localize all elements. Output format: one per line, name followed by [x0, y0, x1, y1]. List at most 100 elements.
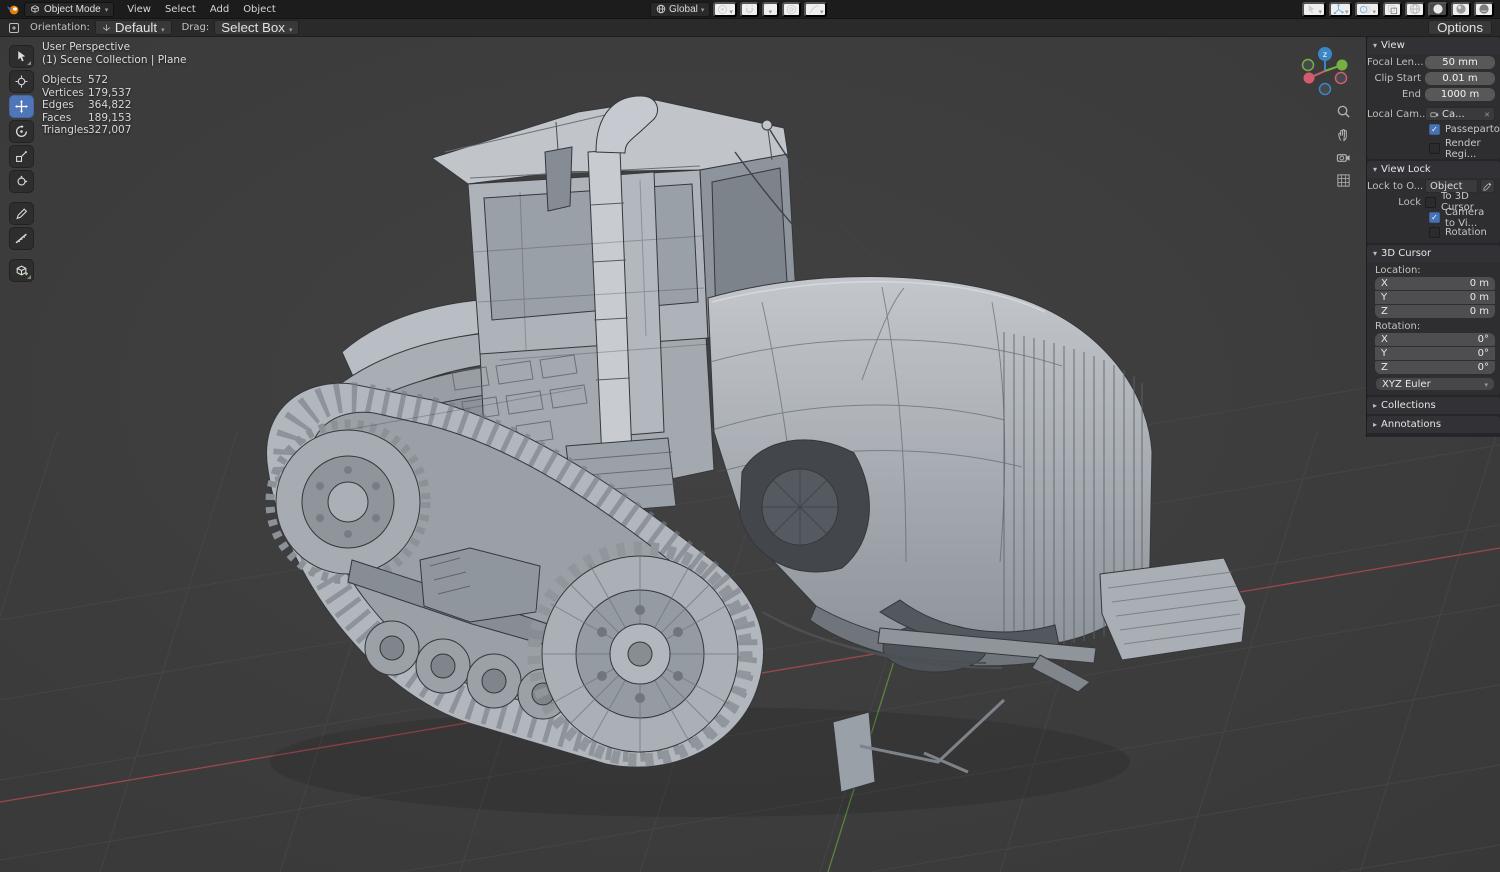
- drag-setting-select[interactable]: Select Box: [214, 20, 299, 35]
- viewport-canvas[interactable]: [0, 0, 1500, 872]
- transform-orientation-select[interactable]: Global: [650, 2, 710, 17]
- camera-view-button[interactable]: [1334, 148, 1352, 166]
- lock-to-object-label: Lock to O...: [1367, 181, 1425, 192]
- camera-to-view-checkbox[interactable]: [1429, 212, 1440, 223]
- panel-view: View Focal Len... 50 mm Clip Start 0.01 …: [1367, 37, 1500, 159]
- shading-rendered-button[interactable]: [1474, 2, 1494, 17]
- proportional-falloff-select[interactable]: [804, 2, 828, 17]
- panel-view-lock-header[interactable]: View Lock: [1367, 161, 1500, 178]
- clip-start-label: Clip Start: [1367, 73, 1425, 84]
- orientation-label: Global: [669, 4, 698, 15]
- panel-collections: Collections: [1367, 397, 1500, 414]
- pivot-point-select[interactable]: [713, 2, 737, 17]
- clip-start-field[interactable]: 0.01 m: [1425, 72, 1495, 85]
- camera-icon: [1336, 150, 1351, 165]
- clear-icon[interactable]: [1484, 109, 1490, 120]
- falloff-curve-icon: [808, 4, 819, 15]
- options-button[interactable]: Options: [1428, 20, 1492, 35]
- mode-select[interactable]: Object Mode: [24, 2, 114, 17]
- chevron-down-icon: [1372, 2, 1376, 17]
- context-text: (1) Scene Collection | Plane: [42, 54, 187, 67]
- cursor-location-y-field[interactable]: Y 0 m: [1375, 291, 1495, 304]
- overlays-toggle[interactable]: [1355, 2, 1380, 17]
- tool-rotate[interactable]: [9, 120, 34, 143]
- cursor-rotation-z-field[interactable]: Z 0°: [1375, 361, 1495, 374]
- add-cube-icon: [15, 264, 28, 277]
- xray-toggle[interactable]: [1383, 2, 1402, 17]
- navigation-gizmo[interactable]: z: [1296, 42, 1354, 100]
- local-camera-field[interactable]: Ca...: [1425, 107, 1495, 121]
- menu-view[interactable]: View: [120, 0, 158, 18]
- pan-button[interactable]: [1334, 125, 1352, 143]
- axis-value: 0°: [1478, 334, 1489, 345]
- panel-3d-cursor-header[interactable]: 3D Cursor: [1367, 245, 1500, 262]
- axis-label: Z: [1381, 306, 1388, 317]
- orthographic-toggle-button[interactable]: [1334, 171, 1352, 189]
- cursor-location-z-field[interactable]: Z 0 m: [1375, 305, 1495, 318]
- tool-transform[interactable]: [9, 170, 34, 193]
- proportional-editing-toggle[interactable]: [782, 2, 801, 17]
- panel-collections-header[interactable]: Collections: [1367, 397, 1500, 414]
- object-visibility-filter[interactable]: [1302, 2, 1326, 17]
- measure-tool-icon: [15, 232, 28, 245]
- stat-label: Edges: [42, 99, 88, 112]
- tool-annotate[interactable]: [9, 202, 34, 225]
- stat-value: 327,007: [88, 124, 187, 137]
- passepartout-checkbox[interactable]: [1429, 124, 1440, 135]
- chevron-down-icon: [820, 2, 824, 17]
- shading-solid-button[interactable]: [1428, 2, 1448, 17]
- rotation-order-select[interactable]: XYZ Euler: [1375, 377, 1495, 391]
- transform-tool-icon: [15, 175, 28, 188]
- cursor-rotation-y-field[interactable]: Y 0°: [1375, 347, 1495, 360]
- local-camera-label: Local Cam...: [1367, 109, 1425, 120]
- chevron-down-icon: [1373, 164, 1377, 175]
- snap-settings-select[interactable]: [762, 2, 779, 17]
- tool-scale[interactable]: [9, 145, 34, 168]
- zoom-button[interactable]: [1334, 102, 1352, 120]
- overlays-icon: [1359, 4, 1371, 15]
- tool-select-box[interactable]: [9, 45, 34, 68]
- panel-view-header[interactable]: View: [1367, 37, 1500, 54]
- top-menubar: Object Mode View Select Add Object Globa…: [0, 0, 1500, 18]
- stat-label: Objects: [42, 74, 88, 87]
- tool-settings-bar: Orientation: Default Drag: Select Box Op…: [0, 18, 1500, 37]
- shading-wireframe-button[interactable]: [1405, 2, 1425, 17]
- sidebar-n-panel: View Focal Len... 50 mm Clip Start 0.01 …: [1366, 37, 1500, 437]
- clip-end-field[interactable]: 1000 m: [1425, 88, 1495, 101]
- shading-material-button[interactable]: [1451, 2, 1471, 17]
- lock-rotation-label: Rotation: [1445, 227, 1487, 238]
- tool-add-primitive[interactable]: [9, 259, 34, 282]
- stat-label: Triangles: [42, 124, 88, 137]
- menu-add[interactable]: Add: [203, 0, 236, 18]
- view-name-text: User Perspective: [42, 41, 187, 54]
- move-tool-icon: [15, 100, 28, 113]
- panel-view-lock: View Lock Lock to O... Object Lock To 3D…: [1367, 161, 1500, 243]
- tool-move[interactable]: [9, 95, 34, 118]
- viewport-nav-buttons: [1334, 102, 1352, 189]
- grid-icon: [1336, 173, 1351, 188]
- blender-logo-icon[interactable]: [6, 3, 20, 15]
- axis-value: 0 m: [1470, 292, 1489, 303]
- menu-select[interactable]: Select: [158, 0, 203, 18]
- tool-measure[interactable]: [9, 227, 34, 250]
- viewport-display-cluster: [1302, 2, 1494, 17]
- gizmos-toggle[interactable]: [1329, 2, 1353, 17]
- snap-toggle[interactable]: [740, 2, 759, 17]
- transform-snap-cluster: Global: [650, 0, 827, 18]
- chevron-down-icon: [105, 4, 109, 15]
- cursor-location-x-field[interactable]: X 0 m: [1375, 277, 1495, 290]
- lock-rotation-checkbox[interactable]: [1429, 227, 1440, 238]
- active-tool-icon[interactable]: [8, 22, 20, 34]
- panel-annotations-header[interactable]: Annotations: [1367, 416, 1500, 433]
- magnifier-icon: [1336, 104, 1351, 119]
- render-region-checkbox[interactable]: [1429, 143, 1440, 154]
- orientation-setting-label: Orientation:: [30, 22, 90, 33]
- to-3d-cursor-checkbox[interactable]: [1425, 197, 1436, 208]
- tool-cursor[interactable]: [9, 70, 34, 93]
- orientation-setting-select[interactable]: Default: [95, 20, 172, 35]
- menu-object[interactable]: Object: [236, 0, 283, 18]
- chevron-right-icon: [1373, 419, 1377, 430]
- cursor-rotation-x-field[interactable]: X 0°: [1375, 333, 1495, 346]
- axis-label: X: [1381, 334, 1388, 345]
- focal-length-field[interactable]: 50 mm: [1425, 56, 1495, 69]
